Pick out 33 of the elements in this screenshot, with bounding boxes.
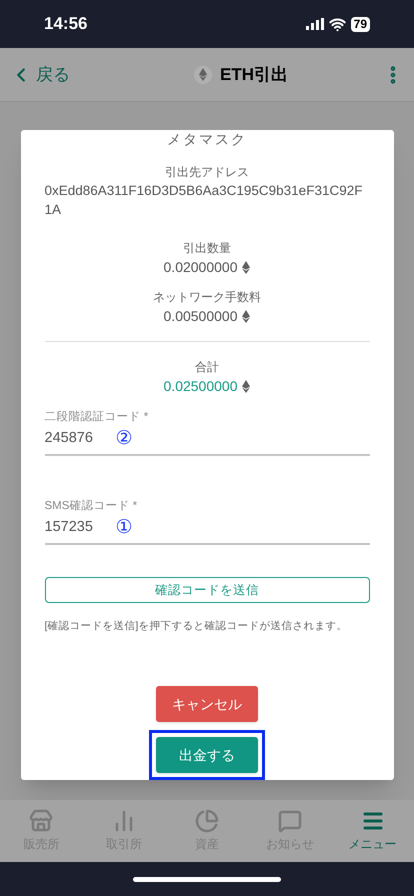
- address-label: 引出先アドレス: [164, 164, 250, 181]
- ethereum-icon: [199, 68, 207, 81]
- wifi-icon: [328, 16, 346, 32]
- address-value: 0xEdd86A311F16D3D5B6Aa3C195C9b31eF31C92F1A: [44, 182, 364, 219]
- annotation-number: ①: [116, 516, 132, 540]
- store-icon: [29, 809, 54, 833]
- pie-chart-icon: [194, 809, 219, 833]
- amount-label: ネットワーク手数料: [153, 289, 261, 306]
- amount-label: 引出数量: [183, 240, 231, 257]
- code-input[interactable]: 157235 ①: [44, 515, 370, 546]
- page-title: ETH引出: [220, 64, 288, 86]
- ethereum-icon: [242, 310, 250, 323]
- ethereum-icon: [242, 380, 250, 393]
- message-icon: [278, 809, 302, 833]
- send-code-button[interactable]: 確認コードを送信: [44, 577, 370, 604]
- amount-value: 0.02500000: [164, 376, 238, 396]
- withdraw-button[interactable]: 出金する: [149, 730, 265, 780]
- field-label: 二段階認証コード *: [44, 410, 150, 425]
- back-button[interactable]: 戻る: [10, 62, 70, 88]
- ethereum-icon: [242, 261, 250, 274]
- cancel-button[interactable]: キャンセル: [156, 686, 258, 722]
- amount-value: 0.02000000: [164, 258, 238, 277]
- battery-level: 79: [350, 16, 370, 32]
- status-time: 14:56: [44, 13, 88, 36]
- annotation-number: ②: [116, 426, 132, 451]
- send-code-note: [確認コードを送信]を押下すると確認コードが送信されます。: [44, 619, 348, 634]
- nav-tab[interactable]: メニュー: [331, 809, 414, 853]
- code-input[interactable]: 245876 ②: [44, 426, 370, 456]
- amount-label: 合計: [195, 358, 219, 376]
- dialog-title: メタマスク: [166, 131, 248, 147]
- field-label: SMS確認コード *: [44, 498, 138, 514]
- amount-value: 0.00500000: [164, 307, 238, 326]
- signal-icon: [306, 18, 324, 30]
